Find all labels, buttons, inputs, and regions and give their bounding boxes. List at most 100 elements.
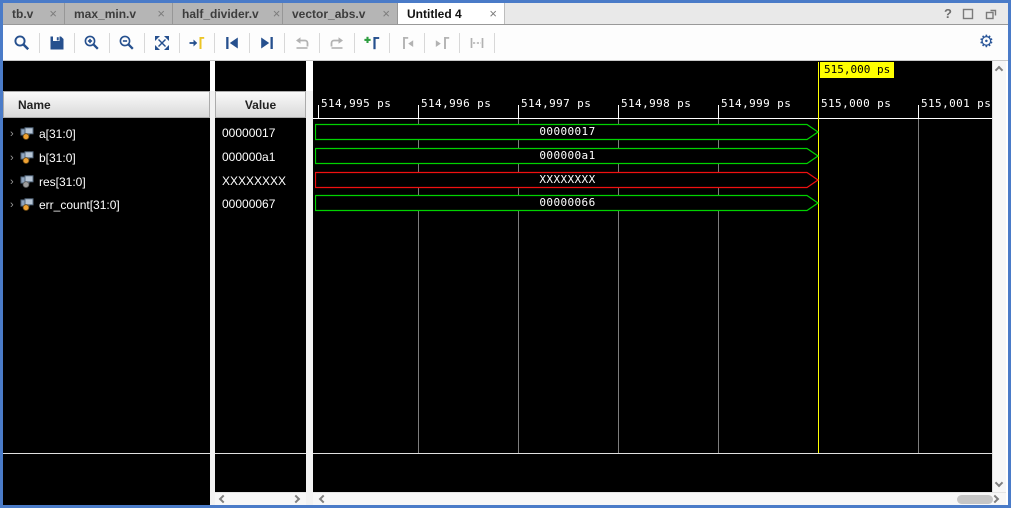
toolbar-separator (389, 33, 390, 53)
zoom-out-button[interactable] (114, 30, 140, 56)
value-column-header[interactable]: Value (215, 91, 306, 118)
tab-bar: tb.v × max_min.v × half_divider.v × vect… (3, 3, 1008, 25)
fit-selection-icon (468, 34, 486, 52)
gridline (418, 119, 419, 453)
go-to-last-time-icon (258, 34, 276, 52)
toolbar-separator (39, 33, 40, 53)
axis-tick-label: 514,996 ps (421, 97, 491, 110)
signal-value: 000000a1 (215, 146, 306, 169)
gridline (618, 119, 619, 453)
toolbar-separator (74, 33, 75, 53)
wave-viewer-window: tb.v × max_min.v × half_divider.v × vect… (0, 0, 1011, 508)
next-transition-button[interactable] (324, 30, 350, 56)
expand-chevron-icon[interactable]: › (10, 152, 20, 164)
bus-value-label: 00000017 (315, 125, 820, 138)
window-controls: ? (944, 3, 1008, 24)
close-icon[interactable]: × (49, 7, 57, 20)
signal-row-res[interactable]: › res[31:0] (3, 170, 210, 193)
axis-tick (418, 105, 419, 118)
waveform-canvas[interactable]: 514,995 ps 514,996 ps 514,997 ps 514,998… (313, 61, 992, 505)
tab-label: half_divider.v (182, 7, 259, 21)
signal-row-err-count[interactable]: › err_count[31:0] (3, 193, 210, 216)
wave-horizontal-scrollbar[interactable] (313, 492, 1006, 505)
maximize-icon[interactable] (961, 7, 975, 21)
wave-window-body: Name › a[31:0] › b[31:0] › res[31:0] › e… (3, 61, 1008, 505)
expand-chevron-icon[interactable]: › (10, 128, 20, 140)
axis-tick-label: 514,997 ps (521, 97, 591, 110)
save-icon (48, 34, 66, 52)
tab-label: Untitled 4 (407, 7, 462, 21)
tab-vector-abs-v[interactable]: vector_abs.v × (283, 3, 398, 24)
tab-half-divider-v[interactable]: half_divider.v × (173, 3, 283, 24)
scroll-left-icon[interactable] (219, 495, 227, 503)
axis-tick-label: 515,001 ps (921, 97, 991, 110)
go-to-start-button[interactable] (219, 30, 245, 56)
previous-transition-button[interactable] (289, 30, 315, 56)
fit-selection-button[interactable] (464, 30, 490, 56)
expand-chevron-icon[interactable]: › (10, 199, 20, 211)
next-marker-icon (433, 34, 451, 52)
signal-row-b[interactable]: › b[31:0] (3, 146, 210, 169)
close-icon[interactable]: × (157, 7, 165, 20)
axis-tick-label: 514,998 ps (621, 97, 691, 110)
toolbar-separator (319, 33, 320, 53)
toolbar-separator (494, 33, 495, 53)
signal-value: XXXXXXXX (215, 170, 306, 193)
settings-gear-icon[interactable]: ⚙ (979, 34, 994, 51)
axis-tick (618, 105, 619, 118)
tab-untitled-4[interactable]: Untitled 4 × (398, 3, 505, 24)
signal-row-a[interactable]: › a[31:0] (3, 122, 210, 145)
gridline (918, 119, 919, 453)
tab-max-min-v[interactable]: max_min.v × (65, 3, 173, 24)
gridline (518, 119, 519, 453)
value-wave-splitter[interactable] (306, 91, 313, 505)
scroll-right-icon[interactable] (292, 495, 300, 503)
panel-bottom-rule (313, 453, 992, 454)
zoom-to-cursor-button[interactable] (184, 30, 210, 56)
toolbar-separator (354, 33, 355, 53)
previous-transition-icon (293, 34, 311, 52)
signal-name-label: err_count[31:0] (39, 198, 120, 212)
gridline (718, 119, 719, 453)
close-icon[interactable]: × (273, 7, 281, 20)
toolbar-separator (179, 33, 180, 53)
zoom-to-cursor-icon (188, 34, 206, 52)
tab-tb-v[interactable]: tb.v × (3, 3, 65, 24)
signal-name-label: b[31:0] (39, 151, 76, 165)
time-axis-ruler[interactable] (313, 118, 992, 119)
expand-chevron-icon[interactable]: › (10, 176, 20, 188)
next-transition-icon (328, 34, 346, 52)
wave-vertical-scrollbar[interactable] (992, 61, 1006, 492)
signal-name-label: res[31:0] (39, 175, 86, 189)
toolbar-separator (109, 33, 110, 53)
zoom-in-icon (83, 34, 101, 52)
scrollbar-thumb[interactable] (957, 495, 993, 504)
previous-marker-button[interactable] (394, 30, 420, 56)
help-icon[interactable]: ? (944, 6, 952, 21)
toolbar-separator (214, 33, 215, 53)
zoom-in-button[interactable] (79, 30, 105, 56)
add-marker-button[interactable] (359, 30, 385, 56)
cursor-time-badge[interactable]: 515,000 ps (820, 62, 894, 78)
axis-tick-label: 514,995 ps (321, 97, 391, 110)
close-icon[interactable]: × (382, 7, 390, 20)
time-cursor-line[interactable] (818, 62, 819, 453)
scroll-left-icon[interactable] (319, 495, 327, 503)
value-header-label: Value (216, 98, 305, 112)
float-window-icon[interactable] (984, 7, 998, 21)
zoom-fit-button[interactable] (149, 30, 175, 56)
scroll-down-icon[interactable] (995, 479, 1003, 487)
close-icon[interactable]: × (489, 7, 497, 20)
signal-value: 00000017 (215, 122, 306, 145)
name-column-header[interactable]: Name (3, 91, 210, 118)
find-button[interactable] (9, 30, 35, 56)
tab-label: tb.v (12, 7, 33, 21)
next-marker-button[interactable] (429, 30, 455, 56)
scroll-up-icon[interactable] (995, 66, 1003, 74)
save-wave-config-button[interactable] (44, 30, 70, 56)
go-to-end-button[interactable] (254, 30, 280, 56)
axis-tick-label: 514,999 ps (721, 97, 791, 110)
toolbar-separator (459, 33, 460, 53)
tab-label: vector_abs.v (292, 7, 365, 21)
value-panel-hscrollbar[interactable] (215, 492, 306, 505)
